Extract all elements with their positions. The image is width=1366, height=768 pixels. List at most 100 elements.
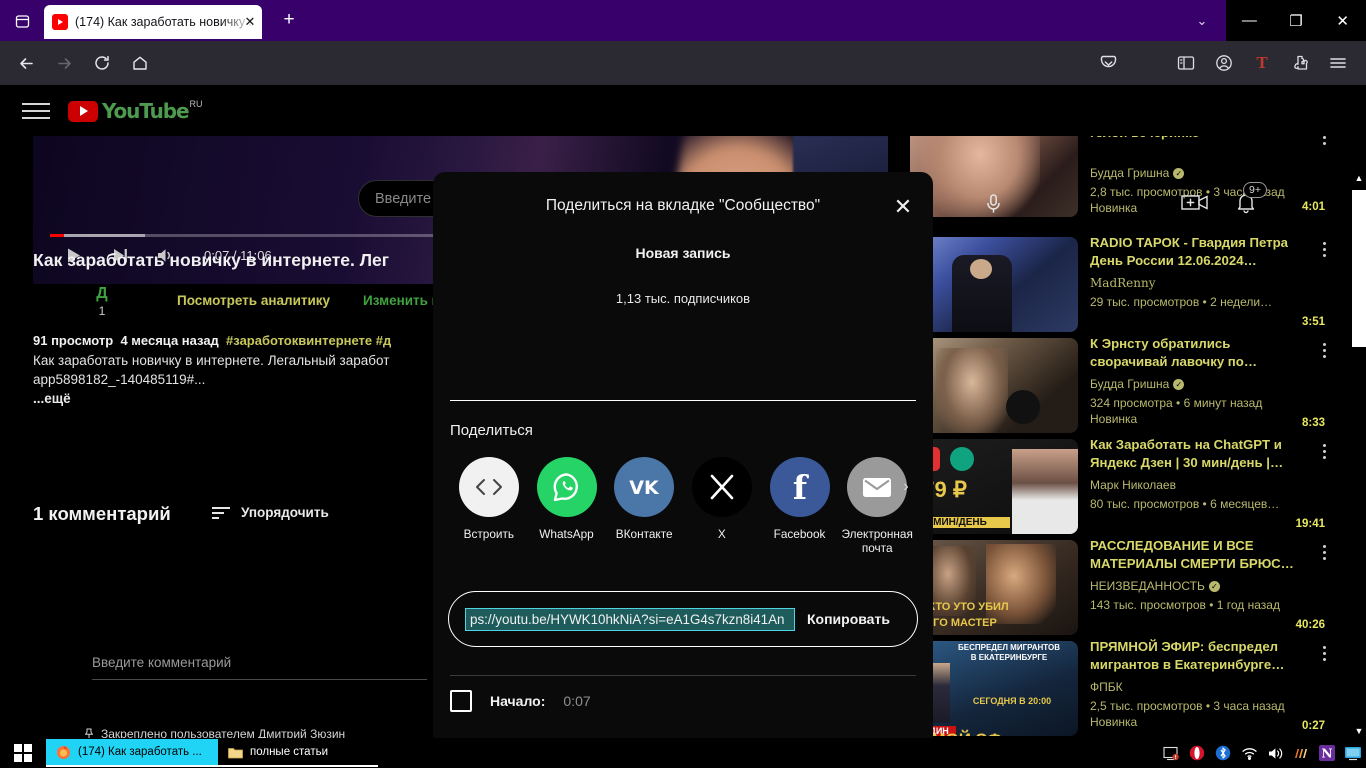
share-target-label: Facebook xyxy=(773,527,826,541)
display-warning-icon[interactable] xyxy=(1158,738,1184,768)
video-channel-name[interactable]: Марк Николаев xyxy=(1090,478,1176,492)
svg-text:VK: VK xyxy=(629,477,660,499)
start-button[interactable] xyxy=(0,738,46,768)
video-more-actions-icon[interactable] xyxy=(1318,242,1330,257)
reload-icon[interactable] xyxy=(86,47,118,79)
video-thumbnail[interactable]: Я 879 ₽ МИН/ДЕНЬ xyxy=(910,439,1078,534)
page-scrollbar[interactable]: ▲ ▼ xyxy=(1352,85,1366,738)
video-title-text: RADIO ТАРОК - Гвардия Петра День России … xyxy=(1090,235,1289,268)
pocket-icon[interactable] xyxy=(1092,47,1124,79)
create-video-icon[interactable] xyxy=(1178,187,1212,217)
video-channel-name[interactable]: НЕИЗВЕДАННОСТЬ ✓ xyxy=(1090,579,1220,593)
channel-avatar[interactable]: Д xyxy=(85,285,119,303)
guide-menu-icon[interactable] xyxy=(22,99,50,123)
close-icon[interactable]: ✕ xyxy=(883,187,923,227)
volume-icon[interactable] xyxy=(1262,738,1288,768)
share-target-whatsapp[interactable]: WhatsApp xyxy=(528,457,606,555)
tab-close-icon[interactable]: ✕ xyxy=(242,14,258,30)
video-thumbnail[interactable] xyxy=(910,237,1078,332)
browser-tab[interactable]: (174) Как заработать новичку в... ✕ xyxy=(44,5,262,39)
video-duration: 40:26 xyxy=(1291,618,1329,632)
sidebar-video-item[interactable]: БЕСПРЕДЕЛ МИГРАНТОВ В ЕКАТЕРИНБУРГЕ СЕГОД… xyxy=(896,638,1334,738)
share-target-vk[interactable]: VK ВКонтакте xyxy=(605,457,683,555)
opera-icon[interactable] xyxy=(1184,738,1210,768)
progress-buffered xyxy=(50,234,145,237)
wifi-icon[interactable] xyxy=(1236,738,1262,768)
copy-button[interactable]: Копировать xyxy=(807,611,890,627)
share-url-input[interactable]: ps://youtu.be/HYWK10hkNiA?si=eA1G4s7kzn8… xyxy=(465,607,795,631)
voice-search-icon[interactable] xyxy=(975,185,1011,221)
sidebar-video-item[interactable]: 8:33 К Эрнсту обратились сворачивай лаво… xyxy=(910,335,1334,436)
youtube-page: 0:07 / 11:06 Как заработать новичку в ин… xyxy=(0,85,1352,738)
bluetooth-icon[interactable] xyxy=(1210,738,1236,768)
taskbar-item-folder[interactable]: полные статьи xyxy=(218,739,378,767)
translate-icon[interactable]: T xyxy=(1246,47,1278,79)
video-channel-name[interactable]: Будда Гришна ✓ xyxy=(1090,166,1185,180)
youtube-logo[interactable]: YouTube RU xyxy=(68,99,203,123)
taskbar-item-firefox[interactable]: (174) Как заработать ... xyxy=(46,739,218,767)
sidebar-icon[interactable] xyxy=(1170,47,1202,79)
video-more-actions-icon[interactable] xyxy=(1318,646,1330,661)
share-target-facebook[interactable]: f Facebook xyxy=(761,457,839,555)
forward-icon xyxy=(48,47,80,79)
sidebar-video-item[interactable]: 4:01 голой вечеринке Будда Гришна ✓ 2,8 … xyxy=(910,122,1334,234)
video-title-text: Как Заработать на ChatGPT и Яндекс Дзен … xyxy=(1090,437,1284,470)
video-channel-name[interactable]: ФПБК xyxy=(1090,680,1123,694)
youtube-favicon-icon xyxy=(52,14,68,30)
video-meta-line: 91 просмотр 4 месяца назад #заработоквин… xyxy=(33,333,453,348)
video-meta-text: 29 тыс. просмотров • 2 недели… xyxy=(1090,295,1273,309)
share-target-embed[interactable]: Встроить xyxy=(450,457,528,555)
share-next-arrow-icon[interactable]: › xyxy=(892,473,920,501)
folder-icon xyxy=(228,747,243,758)
video-title-text: РАССЛЕДОВАНИЕ И ВСЕ МАТЕРИАЛЫ СМЕРТИ БРЮ… xyxy=(1090,538,1294,571)
firefox-view-button[interactable] xyxy=(8,8,36,34)
account-icon[interactable] xyxy=(1208,47,1240,79)
share-target-x[interactable]: X xyxy=(683,457,761,555)
notes-icon[interactable]: N xyxy=(1314,738,1340,768)
scroll-up-arrow-icon[interactable]: ▲ xyxy=(1352,171,1366,185)
description-line-1: Как заработать новичку в интернете. Лега… xyxy=(33,353,390,368)
sort-comments-button[interactable]: Упорядочить xyxy=(212,505,329,520)
sidebar-video-item[interactable]: ОТ КТО УТО УБИЛ ИКОГО МАСТЕР 40:26 РАССЛ… xyxy=(910,537,1334,638)
close-window-button[interactable]: ✕ xyxy=(1319,0,1366,41)
start-at-row[interactable]: Начало: 0:07 xyxy=(450,690,591,712)
sidebar-video-item[interactable]: Я 879 ₽ МИН/ДЕНЬ 19:41 Как Заработать на… xyxy=(910,436,1334,537)
tab-strip: (174) Как заработать новичку в... ✕ + xyxy=(44,5,302,41)
dialog-subtitle: Новая запись xyxy=(635,245,731,261)
view-analytics-button[interactable]: Посмотреть аналитику xyxy=(177,293,330,308)
new-badge: Новинка xyxy=(1090,201,1138,215)
video-hashtags[interactable]: #заработоквинтернете #д xyxy=(226,333,391,348)
video-more-actions-icon[interactable] xyxy=(1318,343,1330,358)
video-more-actions-icon[interactable] xyxy=(1318,545,1330,560)
add-comment-input[interactable]: Введите комментарий xyxy=(92,655,427,680)
home-icon[interactable] xyxy=(124,47,156,79)
show-more-button[interactable]: ...ещё xyxy=(33,391,453,406)
video-meta-text: 324 просмотра • 6 минут назад Новинка xyxy=(1090,396,1263,426)
new-tab-button[interactable]: + xyxy=(276,5,302,35)
video-more-actions-icon[interactable] xyxy=(1318,444,1330,459)
subscriber-count: 1,13 тыс. подписчиков xyxy=(615,291,751,306)
youtube-logo-text: YouTube xyxy=(102,99,190,123)
start-at-checkbox[interactable] xyxy=(450,690,472,712)
back-icon[interactable] xyxy=(10,47,42,79)
show-desktop-icon[interactable] xyxy=(1340,738,1366,768)
share-target-email[interactable]: Электронная почта xyxy=(838,457,916,555)
list-all-tabs-chevron-down-icon[interactable]: ⌄ xyxy=(1190,9,1214,33)
video-description[interactable]: 91 просмотр 4 месяца назад #заработоквин… xyxy=(33,333,453,406)
video-thumbnail[interactable]: ОТ КТО УТО УБИЛ ИКОГО МАСТЕР xyxy=(910,540,1078,635)
equalizer-icon[interactable] xyxy=(1288,738,1314,768)
extensions-icon[interactable] xyxy=(1284,47,1316,79)
share-section-label: Поделиться xyxy=(450,422,533,439)
video-thumbnail[interactable] xyxy=(910,338,1078,433)
app-menu-icon[interactable] xyxy=(1322,47,1354,79)
share-target-label: ВКонтакте xyxy=(615,527,673,541)
sort-comments-label: Упорядочить xyxy=(241,505,329,520)
maximize-button[interactable]: ❐ xyxy=(1273,0,1320,41)
sidebar-video-item[interactable]: 3:51 RADIO ТАРОК - Гвардия Петра День Ро… xyxy=(910,234,1334,335)
browser-titlebar: (174) Как заработать новичку в... ✕ + ⌄ … xyxy=(0,0,1366,41)
minimize-button[interactable]: — xyxy=(1226,0,1273,41)
scrollbar-thumb[interactable] xyxy=(1352,190,1366,347)
scroll-down-arrow-icon[interactable]: ▼ xyxy=(1352,724,1366,738)
video-channel-name[interactable]: MadRenny xyxy=(1090,276,1156,290)
video-channel-name[interactable]: Будда Гришна ✓ xyxy=(1090,377,1185,391)
